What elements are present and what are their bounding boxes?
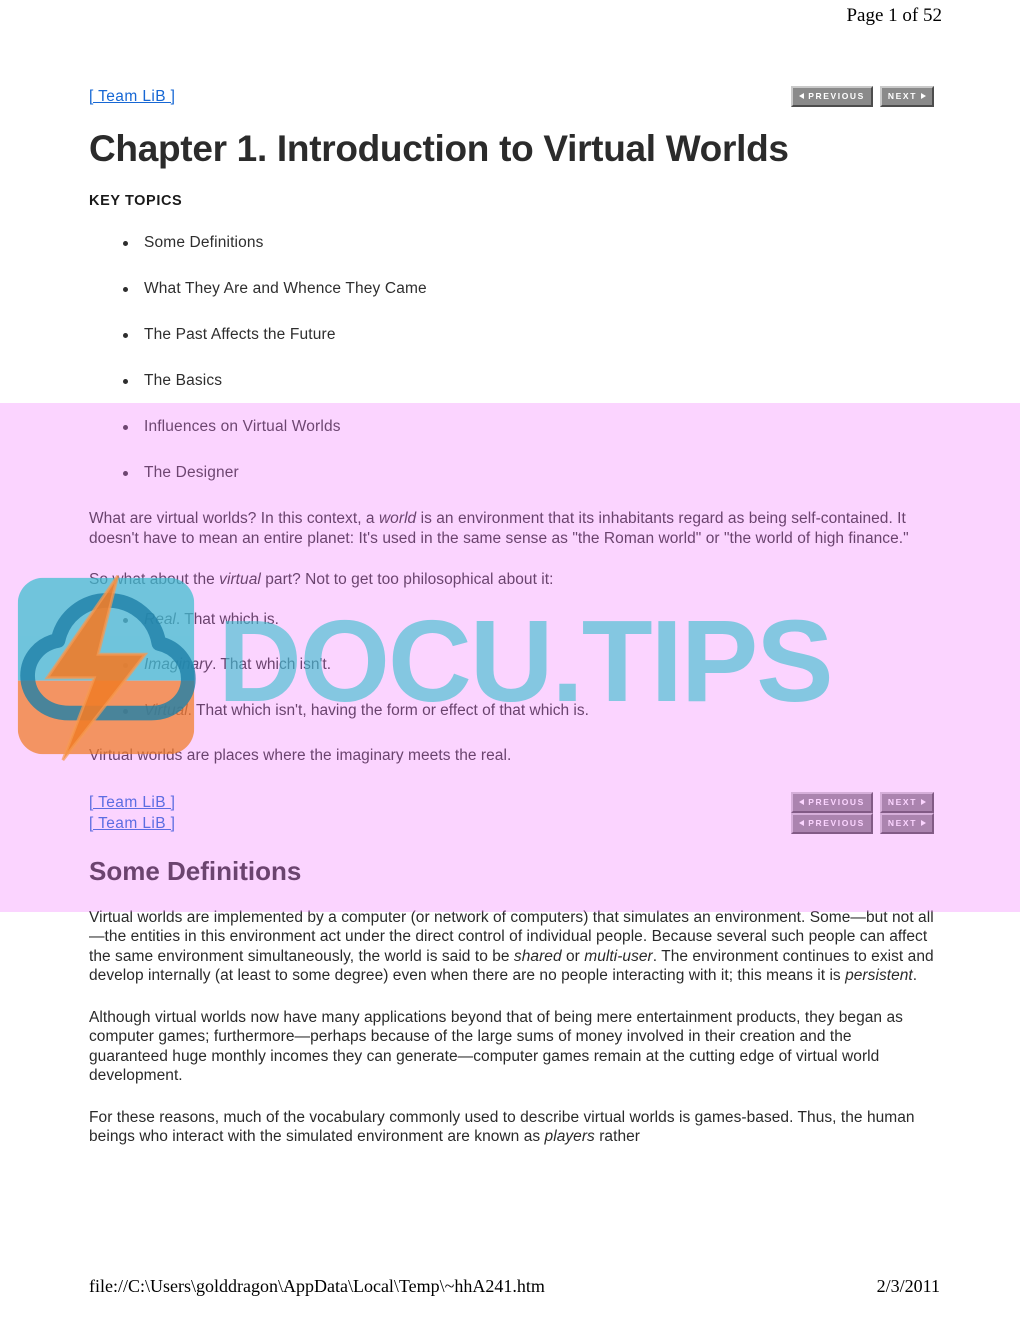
definition-term: Virtual [144, 701, 188, 719]
list-item: Virtual. That which isn't, having the fo… [111, 701, 934, 721]
previous-button-bottom-2[interactable]: PREVIOUS [791, 812, 873, 834]
intro-closing-paragraph: Virtual worlds are places where the imag… [89, 747, 512, 764]
definition-text: . That which is. [175, 610, 279, 628]
triangle-right-icon [921, 93, 926, 99]
team-lib-link-bottom-1[interactable]: [ Team LiB ] [89, 792, 175, 814]
intro-p2-emphasis: virtual [219, 571, 261, 588]
definition-term: Real [144, 610, 176, 628]
intro-paragraph-1: What are virtual worlds? In this context… [89, 509, 934, 548]
intro-p2-part-b: part? Not to get too philosophical about… [260, 571, 554, 588]
print-header: Page 1 of 52 [0, 5, 1020, 35]
previous-button-top[interactable]: PREVIOUS [791, 86, 873, 107]
previous-button-bottom-1[interactable]: PREVIOUS [791, 791, 873, 813]
previous-button-label: PREVIOUS [808, 91, 865, 101]
triangle-right-icon [921, 798, 926, 805]
key-topics-list: Some Definitions What They Are and Whenc… [89, 233, 934, 483]
list-item[interactable]: The Designer [111, 463, 934, 483]
bottom-navigation-group: [ Team LiB ] PREVIOUS NEXT [ Team LiB ] … [89, 791, 934, 835]
team-lib-link-top[interactable]: [ Team LiB ] [89, 86, 175, 108]
intro-p1-part-a: What are virtual worlds? In this context… [89, 510, 379, 527]
definitions-paragraph-3: For these reasons, much of the vocabular… [89, 1108, 934, 1147]
file-path-label: file://C:\Users\golddragon\AppData\Local… [89, 1276, 545, 1296]
document-body: [ Team LiB ] PREVIOUS NEXT Chapter 1. In… [89, 86, 934, 1147]
previous-button-label: PREVIOUS [808, 796, 865, 807]
defs-p3-part-a: For these reasons, much of the vocabular… [89, 1108, 915, 1146]
bottom-nav-buttons-2: PREVIOUS NEXT [791, 812, 934, 834]
chapter-title: Chapter 1. Introduction to Virtual World… [89, 128, 789, 169]
definition-text: . That which isn't, having the form or e… [187, 701, 589, 719]
topic-label: The Basics [144, 372, 223, 389]
intro-paragraph-2: So what about the virtual part? Not to g… [89, 570, 934, 590]
defs-p1-end: . [912, 967, 918, 984]
definition-term: Imaginary [144, 656, 213, 673]
page-number-label: Page 1 of 52 [846, 5, 942, 26]
topic-label: What They Are and Whence They Came [144, 280, 427, 297]
triangle-left-icon [799, 93, 805, 99]
list-item[interactable]: The Basics [111, 371, 934, 391]
topic-label: Influences on Virtual Worlds [144, 418, 341, 435]
intro-p2-part-a: So what about the [89, 571, 220, 588]
list-item[interactable]: Some Definitions [111, 233, 934, 253]
next-button-label: NEXT [887, 91, 917, 101]
bottom-nav-buttons-1: PREVIOUS NEXT [791, 791, 934, 813]
key-topics-label: KEY TOPICS [89, 193, 183, 209]
triangle-left-icon [799, 798, 805, 805]
list-item: Real. That which is. [111, 610, 934, 630]
definitions-list: Real. That which is. Imaginary. That whi… [89, 610, 934, 721]
next-button-bottom-2[interactable]: NEXT [879, 812, 934, 834]
definition-text: . That which isn't. [212, 656, 332, 673]
print-footer: file://C:\Users\golddragon\AppData\Local… [0, 1276, 1020, 1302]
bottom-navigation-bar-1: [ Team LiB ] PREVIOUS NEXT [89, 791, 934, 814]
next-button-top[interactable]: NEXT [879, 86, 934, 107]
intro-p1-emphasis: world [378, 510, 417, 527]
next-button-label: NEXT [887, 796, 917, 807]
definitions-paragraph-1: Virtual worlds are implemented by a comp… [89, 908, 934, 986]
next-button-bottom-1[interactable]: NEXT [879, 791, 934, 813]
previous-button-label: PREVIOUS [808, 817, 865, 828]
list-item[interactable]: What They Are and Whence They Came [111, 279, 934, 299]
defs-p3-part-b: rather [594, 1128, 641, 1145]
print-date-label: 2/3/2011 [876, 1276, 940, 1296]
topic-label: Some Definitions [144, 234, 264, 251]
list-item[interactable]: Influences on Virtual Worlds [111, 417, 934, 437]
topic-label: The Designer [144, 464, 239, 481]
defs-p1-em-persistent: persistent [845, 967, 913, 984]
topic-label: The Past Affects the Future [144, 326, 336, 343]
top-navigation-bar: [ Team LiB ] PREVIOUS NEXT [89, 86, 934, 110]
bottom-navigation-bar-2: [ Team LiB ] PREVIOUS NEXT [89, 812, 934, 835]
defs-p1-mid: or [561, 947, 585, 965]
section-title-some-definitions: Some Definitions [89, 855, 302, 886]
team-lib-link-bottom-2[interactable]: [ Team LiB ] [89, 813, 175, 835]
defs-p1-em-shared: shared [513, 947, 562, 965]
top-nav-buttons: PREVIOUS NEXT [791, 86, 934, 107]
list-item[interactable]: The Past Affects the Future [111, 325, 934, 345]
next-button-label: NEXT [887, 817, 917, 828]
triangle-right-icon [921, 819, 926, 826]
list-item: Imaginary. That which isn't. [111, 655, 934, 675]
definitions-paragraph-2: Although virtual worlds now have many ap… [89, 1008, 903, 1085]
triangle-left-icon [799, 819, 805, 826]
defs-p3-em-players: players [544, 1128, 595, 1145]
defs-p1-em-multiuser: multi-user [584, 947, 653, 965]
